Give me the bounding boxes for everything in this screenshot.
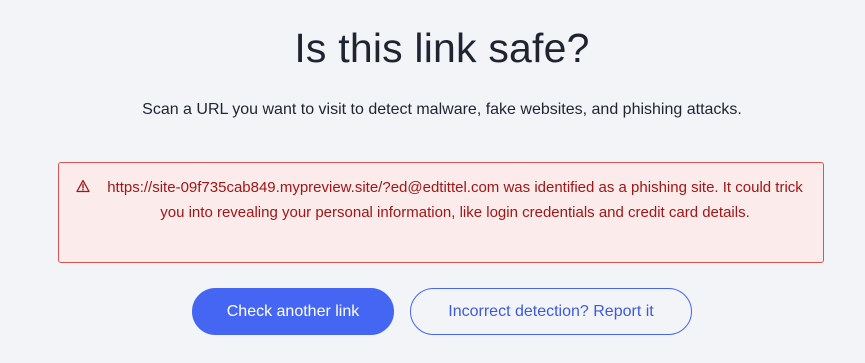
page-title: Is this link safe? (294, 25, 590, 71)
page-subtitle: Scan a URL you want to visit to detect m… (142, 101, 742, 118)
alert-message: https://site-09f735cab849.mypreview.site… (107, 179, 803, 221)
page: Is this link safe? Scan a URL you want t… (0, 0, 865, 363)
action-buttons: Check another link Incorrect detection? … (0, 288, 865, 336)
warning-triangle-icon (76, 179, 90, 193)
check-another-link-button[interactable]: Check another link (192, 288, 394, 335)
report-incorrect-detection-button[interactable]: Incorrect detection? Report it (410, 288, 692, 335)
phishing-alert: https://site-09f735cab849.mypreview.site… (58, 162, 824, 263)
